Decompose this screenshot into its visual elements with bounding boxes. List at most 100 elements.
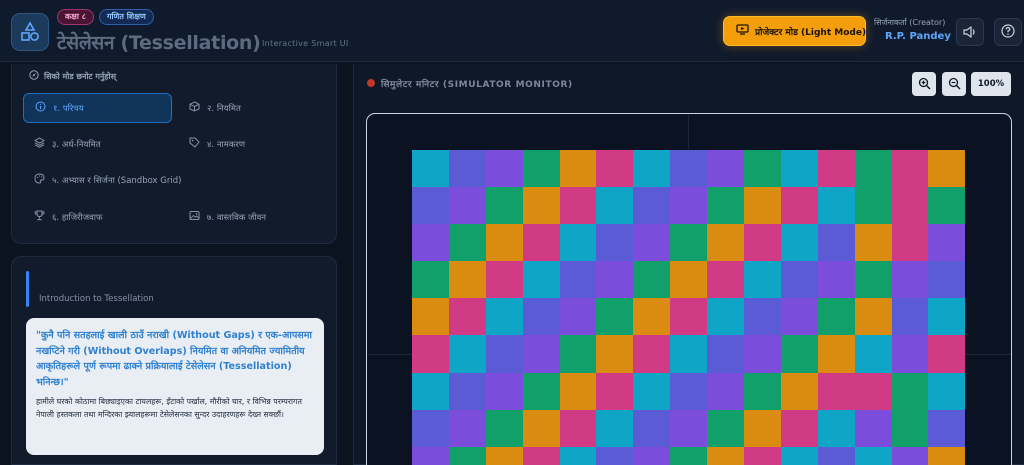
tessellation-tile[interactable] (928, 372, 966, 410)
tessellation-tile[interactable] (707, 372, 745, 410)
tessellation-tile[interactable] (707, 335, 745, 373)
tessellation-tile[interactable] (596, 187, 634, 225)
tessellation-tile[interactable] (559, 335, 597, 373)
tessellation-tile[interactable] (780, 224, 818, 262)
projector-mode-button[interactable]: प्रोजेक्टर मोड (Light Mode) (723, 16, 866, 46)
tessellation-tile[interactable] (412, 335, 449, 373)
tessellation-tile[interactable] (854, 372, 892, 410)
tessellation-tile[interactable] (448, 372, 486, 410)
tessellation-tile[interactable] (670, 150, 708, 188)
tessellation-tile[interactable] (596, 150, 634, 188)
tessellation-tile[interactable] (928, 298, 966, 336)
simulator-canvas[interactable] (366, 113, 1012, 465)
tessellation-tile[interactable] (670, 298, 708, 336)
tessellation-tile[interactable] (633, 372, 671, 410)
tessellation-tile[interactable] (670, 187, 708, 225)
tessellation-tile[interactable] (928, 224, 966, 262)
tessellation-tile[interactable] (522, 298, 560, 336)
tessellation-tile[interactable] (891, 335, 929, 373)
help-button[interactable] (994, 18, 1022, 46)
tessellation-tile[interactable] (854, 298, 892, 336)
tessellation-tile[interactable] (522, 372, 560, 410)
tessellation-tile[interactable] (928, 261, 966, 299)
tessellation-tile[interactable] (854, 187, 892, 225)
tessellation-tile[interactable] (670, 224, 708, 262)
tessellation-tile[interactable] (485, 335, 523, 373)
tessellation-tile[interactable] (596, 261, 634, 299)
tessellation-tile[interactable] (707, 187, 745, 225)
tessellation-tile[interactable] (780, 372, 818, 410)
tessellation-tile[interactable] (780, 261, 818, 299)
tessellation-tile[interactable] (780, 187, 818, 225)
tessellation-tile[interactable] (891, 224, 929, 262)
tessellation-tile[interactable] (744, 224, 781, 262)
tessellation-tile[interactable] (707, 261, 745, 299)
tessellation-tile[interactable] (670, 446, 708, 465)
tessellation-tile[interactable] (412, 224, 449, 262)
tessellation-tile[interactable] (412, 261, 449, 299)
tessellation-tile[interactable] (633, 224, 671, 262)
tessellation-tile[interactable] (633, 150, 671, 188)
tessellation-tile[interactable] (448, 409, 486, 447)
tessellation-tile[interactable] (891, 298, 929, 336)
tessellation-tile[interactable] (707, 298, 745, 336)
tessellation-tile[interactable] (559, 409, 597, 447)
mode-item-quiz[interactable]: ६. हाजिरीजवाफ (23, 202, 172, 232)
tessellation-tile[interactable] (596, 372, 634, 410)
tessellation-tile[interactable] (854, 261, 892, 299)
tessellation-tile[interactable] (928, 187, 966, 225)
tessellation-tile[interactable] (485, 446, 523, 465)
tessellation-tile[interactable] (633, 335, 671, 373)
tessellation-tile[interactable] (559, 187, 597, 225)
tessellation-tile[interactable] (744, 150, 781, 188)
tessellation-tile[interactable] (596, 224, 634, 262)
tessellation-tile[interactable] (891, 187, 929, 225)
tessellation-grid[interactable] (412, 150, 966, 465)
tessellation-tile[interactable] (891, 372, 929, 410)
zoom-out-button[interactable] (942, 72, 966, 96)
mode-item-real-life[interactable]: ७. वास्तविक जीवन (178, 202, 328, 232)
tessellation-tile[interactable] (670, 409, 708, 447)
tessellation-tile[interactable] (744, 372, 781, 410)
tessellation-tile[interactable] (485, 298, 523, 336)
tessellation-tile[interactable] (780, 409, 818, 447)
tessellation-tile[interactable] (854, 409, 892, 447)
mode-item-sandbox[interactable]: ५. अभ्यास र सिर्जना (Sandbox Grid) (23, 165, 243, 195)
tessellation-tile[interactable] (707, 446, 745, 465)
tessellation-tile[interactable] (448, 335, 486, 373)
tessellation-tile[interactable] (412, 150, 449, 188)
tessellation-tile[interactable] (522, 446, 560, 465)
tessellation-tile[interactable] (633, 187, 671, 225)
tessellation-tile[interactable] (744, 409, 781, 447)
tessellation-tile[interactable] (633, 261, 671, 299)
tessellation-tile[interactable] (817, 409, 855, 447)
tessellation-tile[interactable] (485, 261, 523, 299)
tessellation-tile[interactable] (817, 298, 855, 336)
tessellation-tile[interactable] (633, 409, 671, 447)
tessellation-tile[interactable] (448, 224, 486, 262)
tessellation-tile[interactable] (596, 409, 634, 447)
sound-toggle-button[interactable] (956, 18, 984, 46)
mode-item-regular[interactable]: २. नियमित (178, 93, 328, 123)
tessellation-tile[interactable] (485, 150, 523, 188)
zoom-level-indicator[interactable]: 100% (971, 72, 1011, 96)
tessellation-tile[interactable] (412, 446, 449, 465)
tessellation-tile[interactable] (707, 224, 745, 262)
tessellation-tile[interactable] (670, 335, 708, 373)
tessellation-tile[interactable] (707, 409, 745, 447)
tessellation-tile[interactable] (744, 261, 781, 299)
tessellation-tile[interactable] (817, 261, 855, 299)
zoom-in-button[interactable] (912, 72, 936, 96)
tessellation-tile[interactable] (522, 224, 560, 262)
tessellation-tile[interactable] (522, 187, 560, 225)
mode-item-intro[interactable]: १. परिचय (23, 93, 172, 123)
tessellation-tile[interactable] (817, 187, 855, 225)
tessellation-tile[interactable] (485, 409, 523, 447)
tessellation-tile[interactable] (559, 224, 597, 262)
tessellation-tile[interactable] (817, 150, 855, 188)
tessellation-tile[interactable] (559, 446, 597, 465)
tessellation-tile[interactable] (780, 150, 818, 188)
tessellation-tile[interactable] (559, 261, 597, 299)
tessellation-tile[interactable] (596, 335, 634, 373)
tessellation-tile[interactable] (448, 150, 486, 188)
